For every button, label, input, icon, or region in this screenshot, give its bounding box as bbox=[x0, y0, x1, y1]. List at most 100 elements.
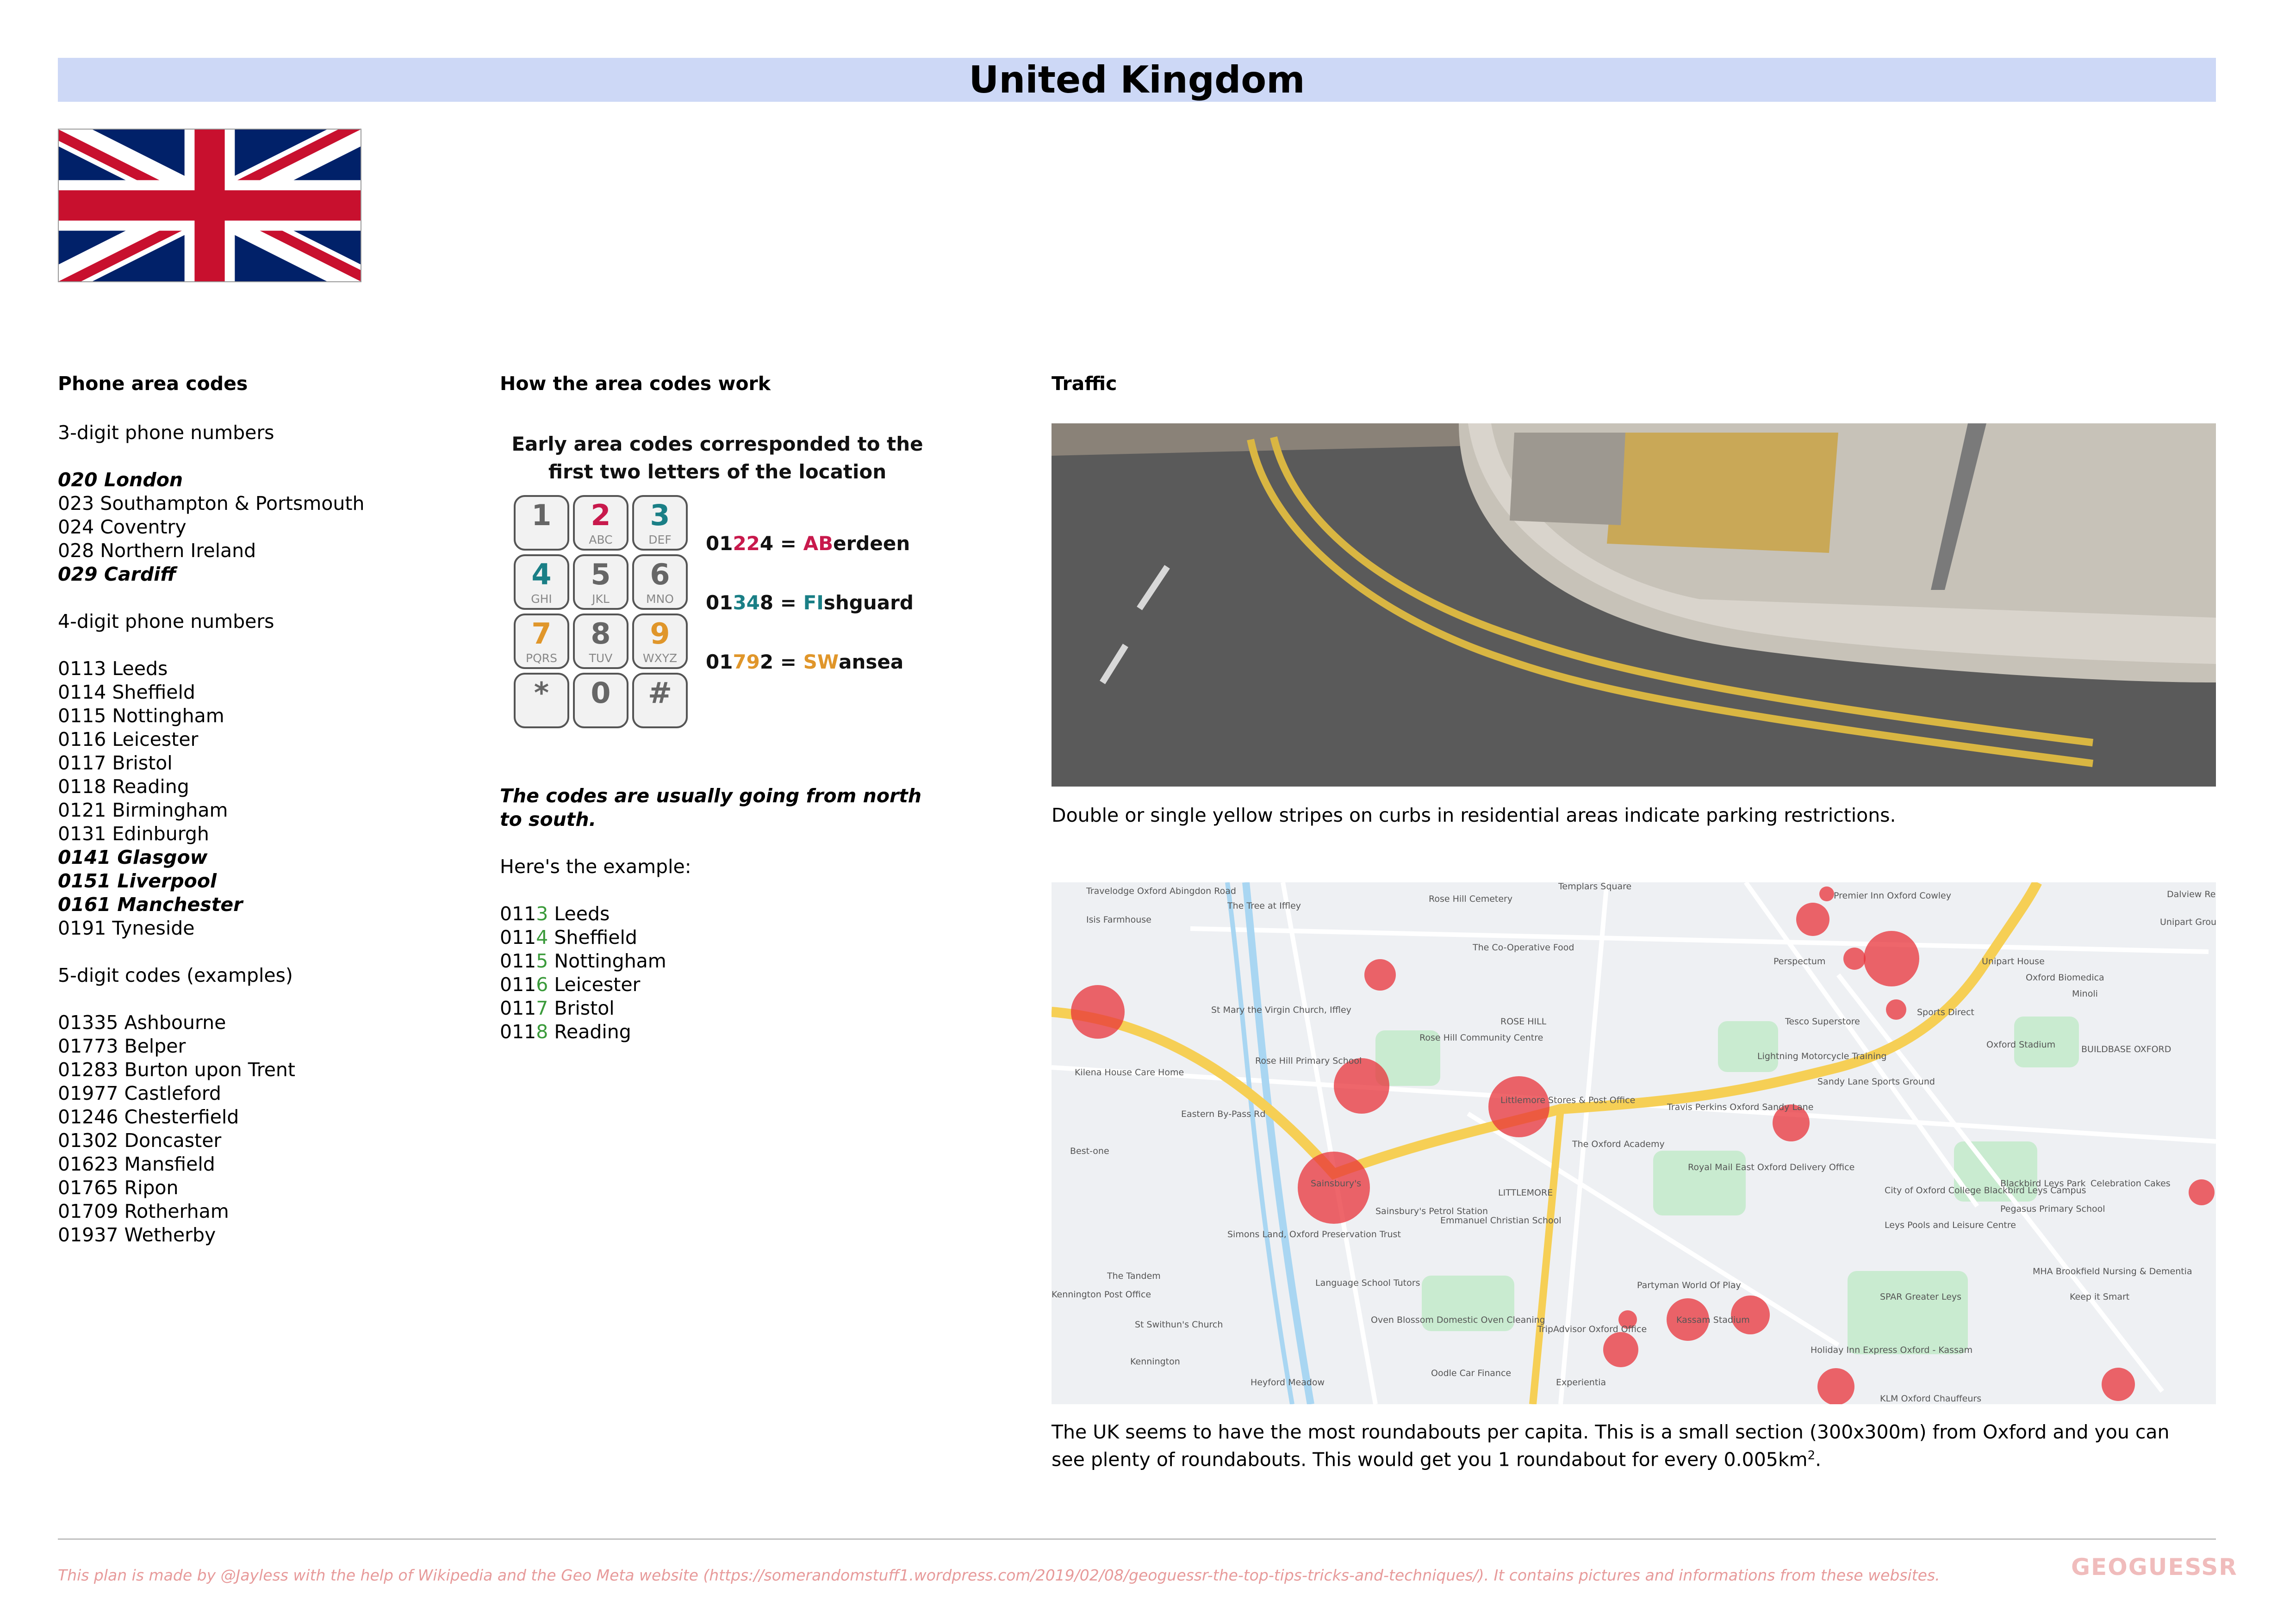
map-label: Royal Mail East Oxford Delivery Office bbox=[1688, 1162, 1855, 1172]
area-code-item: 01302 Doncaster bbox=[58, 1129, 222, 1152]
area-code-item: 020 London bbox=[58, 469, 183, 491]
keypad-key: 0 bbox=[573, 673, 628, 728]
map-label: Oxford Stadium bbox=[1986, 1040, 2056, 1050]
map-label: ROSE HILL bbox=[1500, 1017, 1547, 1027]
map-label: Keep it Smart bbox=[2070, 1292, 2130, 1302]
subheading-3digit: 3-digit phone numbers bbox=[58, 421, 274, 444]
area-code-item: 0191 Tyneside bbox=[58, 917, 195, 939]
map-label: BUILDBASE OXFORD bbox=[2081, 1044, 2172, 1054]
geoguessr-logo: GEOGUESSR bbox=[2071, 1554, 2238, 1581]
keypad-example: 01224 = ABerdeen bbox=[706, 532, 910, 555]
traffic-heading: Traffic bbox=[1052, 372, 1117, 395]
area-code-item: 0118 Reading bbox=[58, 775, 189, 798]
example-item: 0118 Reading bbox=[500, 1021, 631, 1043]
area-code-item: 029 Cardiff bbox=[58, 563, 176, 585]
map-label: Unipart Group bbox=[2160, 917, 2216, 927]
example-item: 0115 Nottingham bbox=[500, 950, 666, 972]
map-label: Kilena House Care Home bbox=[1075, 1067, 1184, 1078]
uk-flag bbox=[52, 116, 367, 295]
keypad-key: 2 ABC bbox=[573, 495, 628, 551]
map-label: The Co-Operative Food bbox=[1473, 942, 1574, 953]
map-label: Rose Hill Community Centre bbox=[1419, 1033, 1543, 1043]
keypad-digit: 8 bbox=[591, 617, 611, 651]
roundabout-caption-line-2: see plenty of roundabouts. This would ge… bbox=[1052, 1448, 1822, 1471]
area-code-item: 01246 Chesterfield bbox=[58, 1106, 239, 1128]
map-label: Best-one bbox=[1070, 1146, 1109, 1156]
map-label: TripAdvisor Oxford Office bbox=[1537, 1324, 1647, 1334]
map-label: Isis Farmhouse bbox=[1086, 915, 1151, 925]
area-code-item: 01623 Mansfield bbox=[58, 1153, 215, 1175]
keypad-key: * bbox=[514, 673, 569, 728]
keypad-key: 7 PQRS bbox=[514, 614, 569, 669]
area-code-item: 01335 Ashbourne bbox=[58, 1011, 226, 1034]
page-title: United Kingdom bbox=[969, 58, 1305, 101]
map-label: The Tree at Iffley bbox=[1227, 901, 1301, 911]
phone-heading: Phone area codes bbox=[58, 372, 248, 395]
keypad-digit: 7 bbox=[531, 617, 552, 651]
area-code-item: 01765 Ripon bbox=[58, 1177, 179, 1199]
keypad-graphic-title-1: Early area codes corresponded to the bbox=[511, 433, 923, 455]
area-code-item: 0131 Edinburgh bbox=[58, 823, 209, 845]
example-block: Here's the example: 0113 Leeds 0114 Sheff… bbox=[500, 855, 691, 1044]
map-label: KLM Oxford Chauffeurs bbox=[1880, 1394, 1982, 1404]
keypad-key: 8 TUV bbox=[573, 614, 628, 669]
map-label: St Mary the Virgin Church, Iffley bbox=[1211, 1005, 1351, 1015]
keypad-key: # bbox=[632, 673, 688, 728]
area-code-item: 0151 Liverpool bbox=[58, 870, 217, 892]
map-label: Minoli bbox=[2072, 989, 2098, 999]
keypad-digit: * bbox=[534, 676, 549, 710]
map-label: Holiday Inn Express Oxford - Kassam bbox=[1811, 1345, 1973, 1355]
area-code-item: 0115 Nottingham bbox=[58, 705, 224, 727]
title-bar: United Kingdom bbox=[58, 58, 2216, 102]
map-label: LITTLEMORE bbox=[1498, 1188, 1553, 1198]
area-code-item: 0117 Bristol bbox=[58, 752, 173, 774]
area-code-item: 028 Northern Ireland bbox=[58, 539, 256, 562]
keypad-key: 4 GHI bbox=[514, 554, 569, 610]
area-code-item: 0114 Sheffield bbox=[58, 681, 195, 703]
keypad-digit: 1 bbox=[531, 498, 552, 532]
map-label: Rose Hill Primary School bbox=[1255, 1056, 1362, 1066]
map-label: Sainsbury's Petrol Station bbox=[1375, 1206, 1488, 1216]
map-label: Lightning Motorcycle Training bbox=[1757, 1051, 1887, 1061]
map-label: Partyman World Of Play bbox=[1637, 1280, 1741, 1290]
keypad-letters: PQRS bbox=[526, 651, 557, 665]
keypad-digit: 2 bbox=[591, 498, 611, 532]
keypad-graphic-title-2: first two letters of the location bbox=[548, 460, 887, 483]
map-label: Experientia bbox=[1556, 1377, 1606, 1388]
map-label: Templars Square bbox=[1558, 882, 1632, 892]
map-label: SPAR Greater Leys bbox=[1880, 1292, 1962, 1302]
map-label: Emmanuel Christian School bbox=[1440, 1215, 1562, 1226]
map-label: St Swithun's Church bbox=[1135, 1320, 1223, 1330]
map-label: Sainsbury's bbox=[1311, 1178, 1362, 1189]
keypad-digit: 9 bbox=[650, 617, 670, 651]
map-label: The Oxford Academy bbox=[1572, 1139, 1665, 1149]
keypad-digit: # bbox=[648, 676, 672, 710]
map-label: Perspectum bbox=[1773, 956, 1826, 967]
area-code-item: 01709 Rotherham bbox=[58, 1200, 229, 1222]
yellow-lines-photo bbox=[1052, 423, 2216, 787]
map-label: Language School Tutors bbox=[1315, 1278, 1420, 1288]
map-label: Oodle Car Finance bbox=[1431, 1368, 1512, 1378]
keypad-key: 1 bbox=[514, 495, 569, 551]
area-code-item: 01283 Burton upon Trent bbox=[58, 1059, 295, 1081]
yellow-lines-caption: Double or single yellow stripes on curbs… bbox=[1052, 804, 1896, 826]
keypad-letters: DEF bbox=[648, 533, 672, 546]
map-label: Rose Hill Cemetery bbox=[1429, 894, 1513, 904]
map-label: Sports Direct bbox=[1917, 1007, 1974, 1017]
map-label: Kennington bbox=[1130, 1357, 1180, 1367]
footer-divider bbox=[58, 1538, 2216, 1540]
howto-heading: How the area codes work bbox=[500, 372, 771, 395]
keypad-digit: 6 bbox=[650, 558, 670, 591]
area-code-item: 01773 Belper bbox=[58, 1035, 186, 1057]
oxford-roundabout-map[interactable]: Travelodge Oxford Abingdon Road Isis Farm… bbox=[1052, 882, 2216, 1404]
keypad-letters: ABC bbox=[589, 533, 613, 546]
map-label: Travelodge Oxford Abingdon Road bbox=[1086, 886, 1236, 896]
keypad-letters: MNO bbox=[646, 592, 674, 606]
map-label: Celebration Cakes bbox=[2091, 1178, 2171, 1189]
map-label: Littlemore Stores & Post Office bbox=[1500, 1095, 1636, 1105]
keypad-digit: 0 bbox=[591, 676, 611, 710]
keypad-digit: 4 bbox=[531, 558, 552, 591]
roundabout-caption: The UK seems to have the most roundabout… bbox=[1052, 1420, 2170, 1472]
map-label: Pegasus Primary School bbox=[2000, 1204, 2105, 1214]
example-item: 0113 Leeds bbox=[500, 903, 610, 925]
